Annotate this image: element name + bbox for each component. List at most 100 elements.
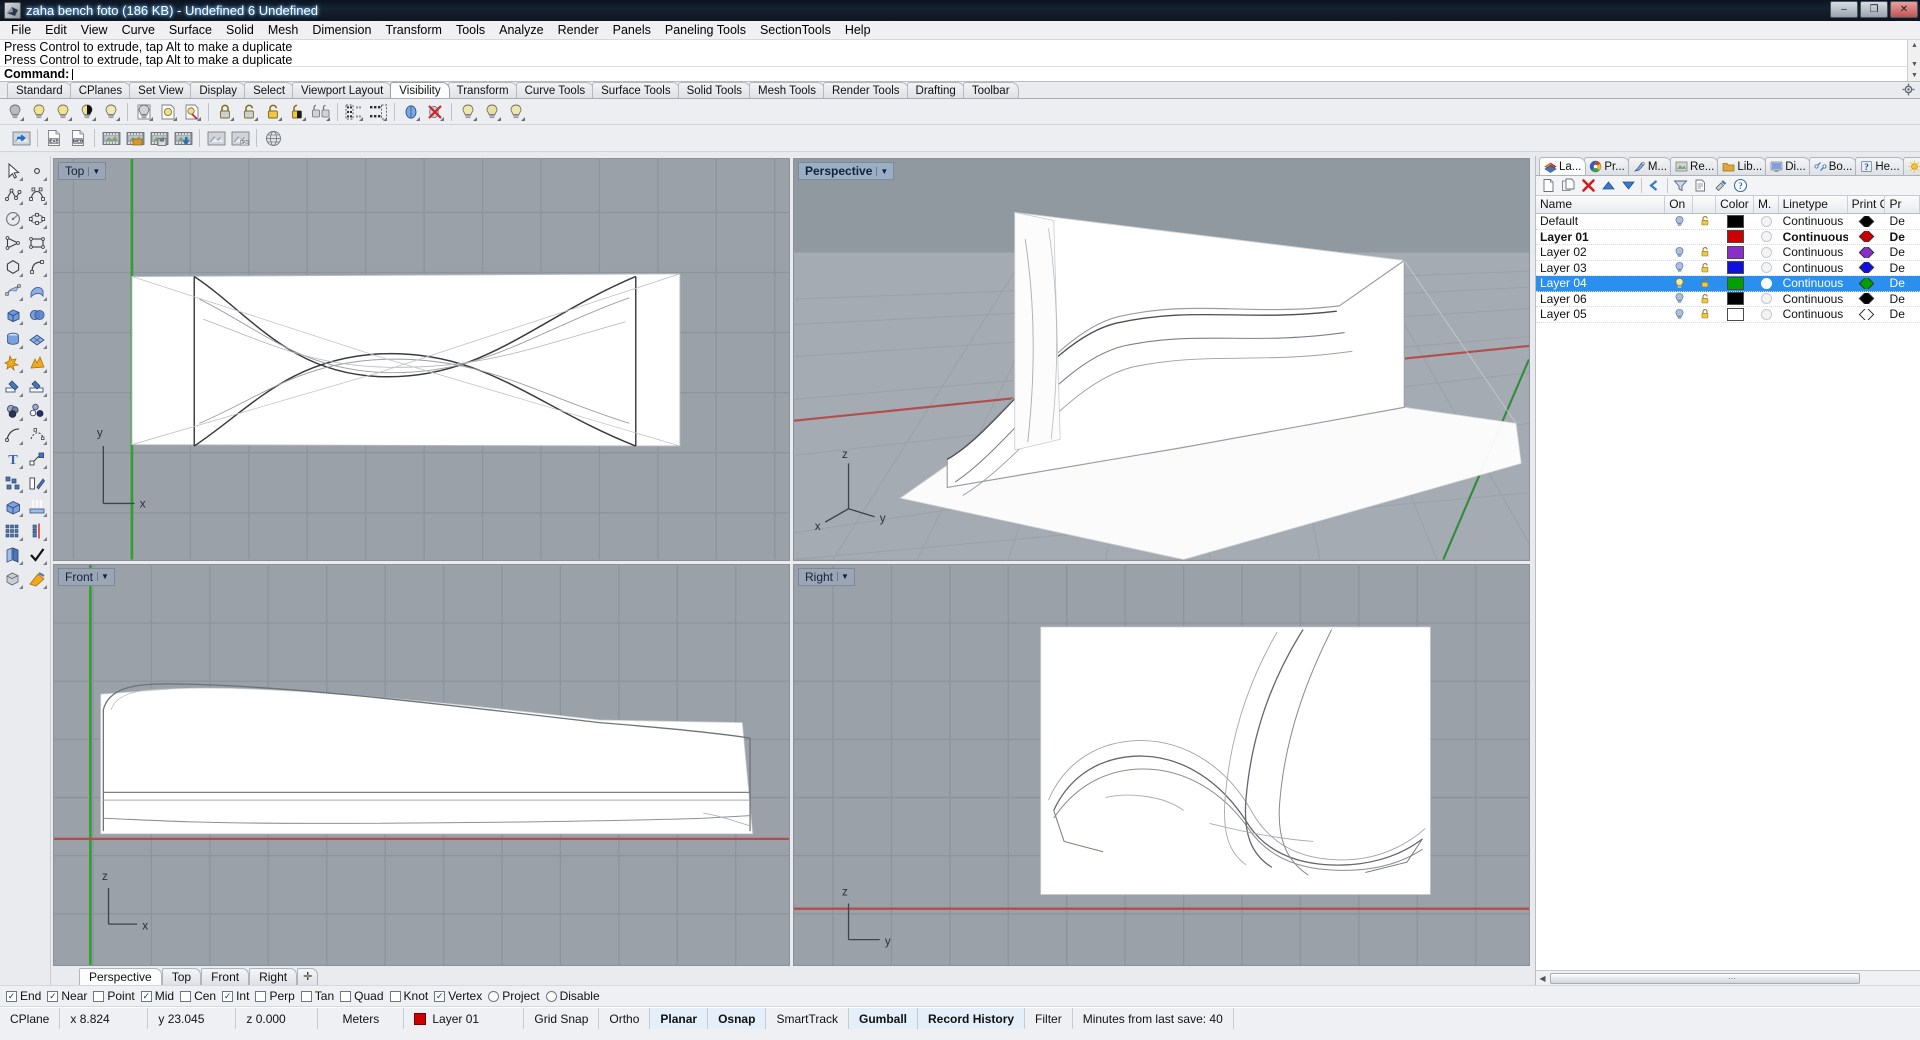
status-cplane[interactable]: CPlane bbox=[0, 1008, 61, 1029]
viewport-menu-right-icon[interactable]: ▼ bbox=[837, 572, 852, 581]
panel-tab-display[interactable]: Di... bbox=[1765, 157, 1811, 175]
layer-print-width-cell[interactable]: De bbox=[1886, 245, 1920, 259]
layer-linetype-cell[interactable]: Continuous bbox=[1779, 261, 1848, 275]
invert-hidden-icon[interactable] bbox=[76, 101, 98, 123]
polyline-icon[interactable] bbox=[1, 183, 25, 207]
toolbar-tab-solid-tools[interactable]: Solid Tools bbox=[677, 82, 751, 98]
layer-linetype-cell[interactable]: Continuous bbox=[1779, 214, 1848, 228]
flyout-arrow-icon[interactable] bbox=[43, 465, 47, 469]
layer-visibility-bulb-icon[interactable] bbox=[1666, 261, 1694, 274]
show-bulb-1-icon[interactable] bbox=[457, 101, 479, 123]
osnap-cen[interactable]: Cen bbox=[180, 989, 222, 1003]
layer-print-width-cell[interactable]: De bbox=[1886, 292, 1920, 306]
flyout-arrow-icon[interactable] bbox=[19, 297, 23, 301]
status-units[interactable]: Meters bbox=[318, 1008, 405, 1029]
flyout-arrow-icon[interactable] bbox=[19, 177, 23, 181]
layer-name-cell[interactable]: Layer 06 bbox=[1536, 292, 1666, 306]
layer-material-indicator[interactable] bbox=[1754, 246, 1779, 258]
checkbox-icon[interactable]: ✓ bbox=[47, 990, 59, 1002]
status-toggle-gumball[interactable]: Gumball bbox=[849, 1008, 919, 1029]
flyout-arrow-icon[interactable] bbox=[19, 273, 23, 277]
menu-item-render[interactable]: Render bbox=[551, 21, 606, 39]
layer-color-swatch[interactable] bbox=[1716, 276, 1754, 290]
checkbox-icon[interactable]: ✓ bbox=[6, 990, 17, 1002]
layer-name-cell[interactable]: Default bbox=[1536, 214, 1666, 228]
layer-material-indicator[interactable] bbox=[1754, 308, 1779, 320]
surface-control-points-icon[interactable] bbox=[1, 279, 25, 303]
render-window-icon[interactable] bbox=[205, 127, 227, 149]
isolate-layer-icon[interactable] bbox=[181, 101, 203, 123]
layer-color-swatch[interactable] bbox=[1716, 230, 1754, 244]
menu-item-tools[interactable]: Tools bbox=[449, 21, 492, 39]
toolbar-tab-render-tools[interactable]: Render Tools bbox=[822, 82, 909, 98]
render-shade-icon[interactable] bbox=[25, 567, 49, 591]
layer-print-width-cell[interactable]: De bbox=[1886, 276, 1920, 290]
layer-color-swatch[interactable] bbox=[1716, 307, 1754, 321]
column-header-print-color[interactable]: Print Co... bbox=[1848, 196, 1886, 213]
layer-lock-icon[interactable] bbox=[1693, 215, 1716, 227]
viewport-title-front[interactable]: Front ▼ bbox=[58, 567, 115, 586]
checkbox-icon[interactable] bbox=[300, 990, 312, 1002]
toolbar-tab-display[interactable]: Display bbox=[190, 82, 247, 98]
panel-tab-render[interactable]: Re... bbox=[1670, 157, 1720, 175]
animation-icon[interactable] bbox=[100, 127, 122, 149]
unisolate-objects-icon[interactable] bbox=[157, 101, 179, 123]
lock-swap-icon[interactable] bbox=[310, 101, 332, 123]
point-object-icon[interactable] bbox=[25, 159, 49, 183]
show-objects-icon[interactable] bbox=[28, 101, 50, 123]
trim-icon[interactable] bbox=[1, 375, 25, 399]
layer-row[interactable]: Layer 04 Continuous De bbox=[1536, 276, 1920, 292]
layer-help-icon[interactable]: ? bbox=[1731, 177, 1750, 195]
osnap-point[interactable]: Point bbox=[93, 989, 140, 1003]
toolbar-tab-standard[interactable]: Standard bbox=[7, 82, 72, 98]
checkbox-icon[interactable] bbox=[340, 990, 352, 1002]
toolbar-tab-viewport-layout[interactable]: Viewport Layout bbox=[292, 82, 393, 98]
osnap-int[interactable]: ✓ Int bbox=[222, 989, 255, 1003]
viewport-menu-front-icon[interactable]: ▼ bbox=[97, 572, 112, 581]
viewport-front[interactable]: z x Front ▼ bbox=[53, 563, 790, 966]
layer-material-indicator[interactable] bbox=[1754, 277, 1779, 289]
layer-linetype-cell[interactable]: Continuous bbox=[1779, 245, 1848, 259]
point-groups-icon[interactable] bbox=[25, 399, 49, 423]
layer-lock-icon[interactable] bbox=[1693, 262, 1716, 274]
split-icon[interactable] bbox=[25, 375, 49, 399]
toolbar-tab-toolbar[interactable]: Toolbar bbox=[962, 82, 1019, 98]
layer-linetype-cell[interactable]: Continuous bbox=[1779, 230, 1848, 244]
status-toggle-filter[interactable]: Filter bbox=[1025, 1008, 1073, 1029]
flyout-arrow-icon[interactable] bbox=[43, 561, 47, 565]
viewport-right[interactable]: z y Right ▼ bbox=[793, 563, 1530, 966]
osnap-end[interactable]: ✓ End bbox=[6, 989, 47, 1003]
layer-lock-icon[interactable] bbox=[1693, 308, 1716, 320]
layer-print-color-swatch[interactable] bbox=[1848, 215, 1886, 227]
layer-print-color-swatch[interactable] bbox=[1848, 231, 1886, 243]
boolean-objects-icon[interactable] bbox=[1, 399, 25, 423]
layer-row[interactable]: Layer 03 Continuous De bbox=[1536, 261, 1920, 276]
layer-row[interactable]: Layer 02 Continuous De bbox=[1536, 245, 1920, 261]
scrollbar-thumb[interactable] bbox=[1550, 972, 1860, 984]
column-header-on[interactable]: On bbox=[1665, 196, 1694, 213]
panel-tab-help[interactable]: ? He... bbox=[1855, 157, 1905, 175]
flyout-arrow-icon[interactable] bbox=[19, 585, 23, 589]
flyout-arrow-icon[interactable] bbox=[19, 369, 23, 373]
menu-item-analyze[interactable]: Analyze bbox=[492, 21, 550, 39]
layer-print-color-swatch[interactable] bbox=[1848, 308, 1886, 320]
flyout-arrow-icon[interactable] bbox=[19, 249, 23, 253]
animation-download-icon[interactable] bbox=[172, 127, 194, 149]
menu-item-file[interactable]: File bbox=[4, 21, 38, 39]
osnap-quad[interactable]: Quad bbox=[340, 989, 389, 1003]
layer-linetype-cell[interactable]: Continuous bbox=[1779, 307, 1848, 321]
column-header-lock[interactable] bbox=[1693, 196, 1717, 213]
layer-name-cell[interactable]: Layer 02 bbox=[1536, 245, 1666, 259]
box-edit-icon[interactable] bbox=[1, 495, 25, 519]
viewport-menu-top-icon[interactable]: ▼ bbox=[88, 166, 103, 176]
show-bulb-3-icon[interactable] bbox=[505, 101, 527, 123]
layer-print-width-cell[interactable]: De bbox=[1886, 214, 1920, 228]
layer-row[interactable]: Layer 05 Continuous De bbox=[1536, 307, 1920, 323]
flyout-arrow-icon[interactable] bbox=[19, 201, 23, 205]
invert-locked-icon[interactable] bbox=[286, 101, 308, 123]
layer-properties-icon[interactable] bbox=[1691, 177, 1710, 195]
hide-swap-icon[interactable] bbox=[100, 101, 122, 123]
status-toggle-ortho[interactable]: Ortho bbox=[599, 1008, 651, 1029]
check-objects-icon[interactable] bbox=[25, 543, 49, 567]
layer-print-color-swatch[interactable] bbox=[1848, 262, 1886, 274]
